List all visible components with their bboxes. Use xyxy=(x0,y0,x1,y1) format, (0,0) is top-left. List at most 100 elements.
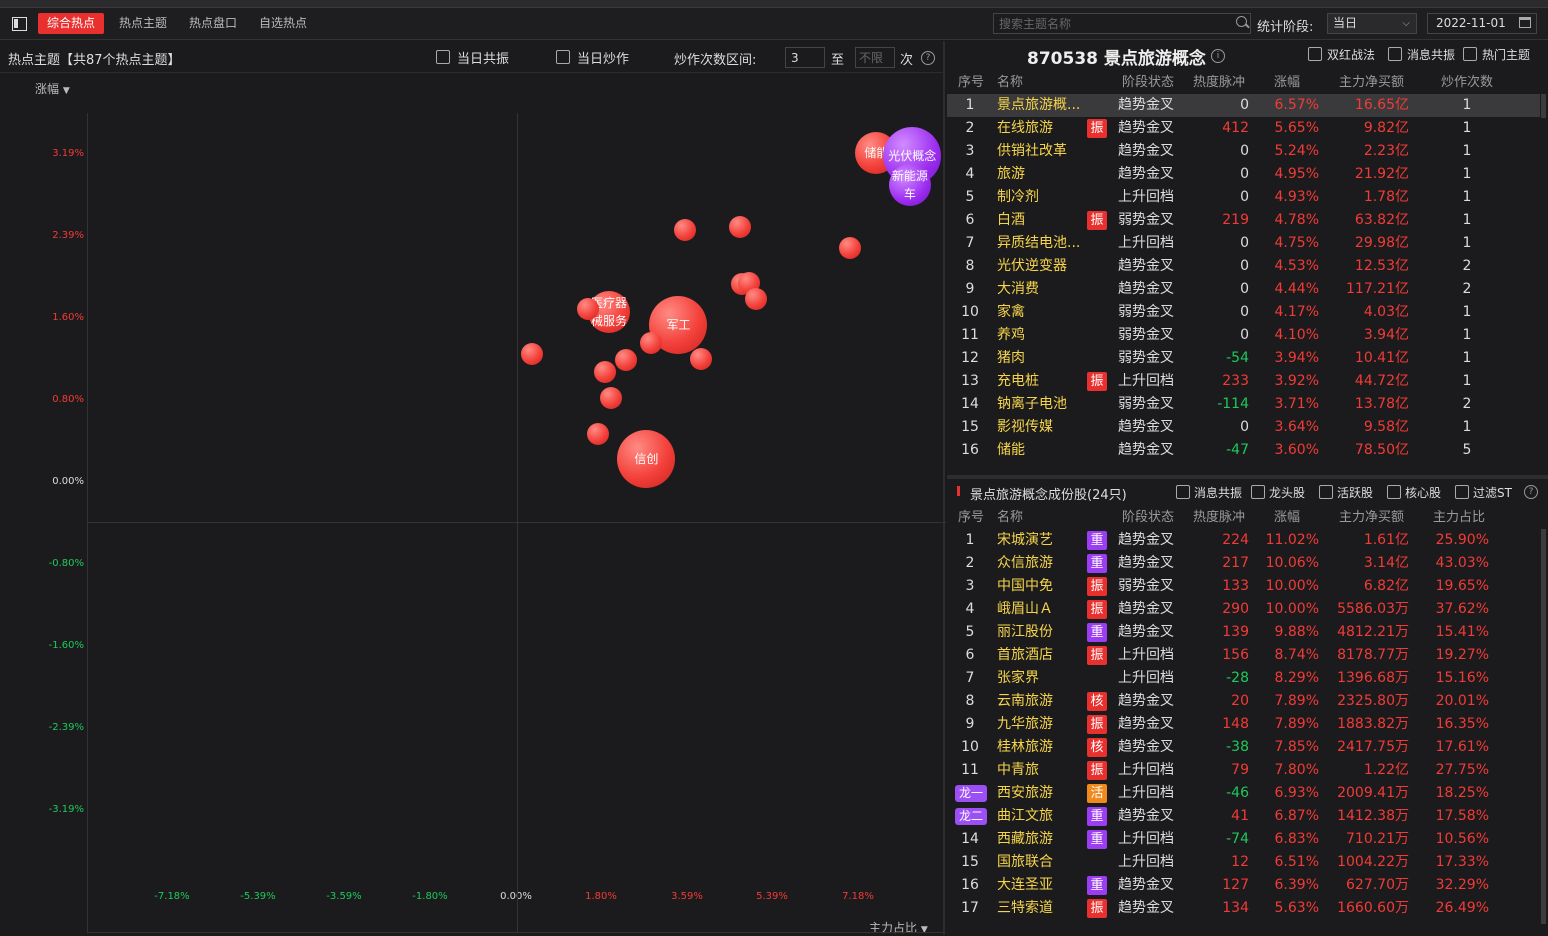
table-row[interactable]: 16 储能 趋势金叉 -47 3.60% 78.50亿 5 xyxy=(947,439,1540,462)
checkbox-resonance[interactable] xyxy=(436,50,450,64)
table-row[interactable]: 13 充电桩 上升回档 233 3.92% 44.72亿 1 振 xyxy=(947,370,1540,393)
checkbox-news-resonance[interactable] xyxy=(1388,47,1402,61)
bubble-2[interactable]: 新能源 车 xyxy=(888,163,931,206)
help-icon[interactable]: ? xyxy=(921,51,935,65)
row-ratio: 10.56% xyxy=(1435,831,1489,847)
table-row[interactable]: 12 猪肉 弱势金叉 -54 3.94% 10.41亿 1 xyxy=(947,347,1540,370)
badge-tag: 振 xyxy=(1087,761,1107,780)
search-input[interactable] xyxy=(993,13,1251,34)
table-row[interactable]: 9 大消费 趋势金叉 0 4.44% 117.21亿 2 xyxy=(947,278,1540,301)
table-row[interactable]: 3 供销社改革 趋势金叉 0 5.24% 2.23亿 1 xyxy=(947,140,1540,163)
column-header[interactable]: 涨幅 xyxy=(1274,72,1300,94)
bubble[interactable] xyxy=(640,331,663,354)
checkbox-core[interactable] xyxy=(1387,485,1401,499)
column-header[interactable]: 热度脉冲 xyxy=(1193,72,1245,94)
table-row[interactable]: 11 养鸡 弱势金叉 0 4.10% 3.94亿 1 xyxy=(947,324,1540,347)
tab-hot-themes[interactable]: 热点主题 xyxy=(110,13,176,34)
checkbox-filter-st[interactable] xyxy=(1455,485,1469,499)
panel-divider[interactable] xyxy=(947,475,1548,479)
stocks-scrollbar[interactable] xyxy=(1541,529,1546,924)
bubble[interactable] xyxy=(600,386,623,409)
table-row[interactable]: 15 国旅联合 上升回档 12 6.51% 1004.22万 17.33% xyxy=(947,851,1540,874)
checkbox-news[interactable] xyxy=(1176,485,1190,499)
row-index: 14 xyxy=(961,396,979,412)
table-row[interactable]: 5 丽江股份 趋势金叉 139 9.88% 4812.21万 15.41% 重 xyxy=(947,621,1540,644)
table-row[interactable]: 11 中青旅 上升回档 79 7.80% 1.22亿 27.75% 振 xyxy=(947,759,1540,782)
search-icon[interactable] xyxy=(1236,16,1247,27)
row-change: 4.93% xyxy=(1274,189,1319,205)
tab-hot-market[interactable]: 热点盘口 xyxy=(180,13,246,34)
table-row[interactable]: 7 异质结电池... 上升回档 0 4.75% 29.98亿 1 xyxy=(947,232,1540,255)
column-header[interactable]: 名称 xyxy=(997,507,1023,529)
bubble[interactable] xyxy=(521,342,544,365)
tab-custom-hot[interactable]: 自选热点 xyxy=(250,13,316,34)
table-row[interactable]: 2 在线旅游 趋势金叉 412 5.65% 9.82亿 1 振 xyxy=(947,117,1540,140)
column-header[interactable]: 主力净买额 xyxy=(1339,507,1404,529)
table-row[interactable]: 龙二 曲江文旅 趋势金叉 41 6.87% 1412.38万 17.58% 重 xyxy=(947,805,1540,828)
table-row[interactable]: 2 众信旅游 趋势金叉 217 10.06% 3.14亿 43.03% 重 xyxy=(947,552,1540,575)
bubble[interactable] xyxy=(594,361,617,384)
row-name: 猪肉 xyxy=(997,350,1025,366)
table-row[interactable]: 1 宋城演艺 趋势金叉 224 11.02% 1.61亿 25.90% 重 xyxy=(947,529,1540,552)
help-icon[interactable]: ? xyxy=(1524,485,1538,499)
table-row[interactable]: 9 九华旅游 趋势金叉 148 7.89% 1883.82万 16.35% 振 xyxy=(947,713,1540,736)
bubble[interactable] xyxy=(614,349,637,372)
column-header[interactable]: 主力净买额 xyxy=(1339,72,1404,94)
bubble[interactable] xyxy=(673,218,696,241)
table-row[interactable]: 4 峨眉山Ａ 趋势金叉 290 10.00% 5586.03万 37.62% 振 xyxy=(947,598,1540,621)
bubble-19[interactable]: 信创 xyxy=(617,430,676,489)
checkbox-double-red[interactable] xyxy=(1308,47,1322,61)
column-header[interactable]: 涨幅 xyxy=(1274,507,1300,529)
column-header[interactable]: 序号 xyxy=(958,507,984,529)
table-row[interactable]: 14 钠离子电池 弱势金叉 -114 3.71% 13.78亿 2 xyxy=(947,393,1540,416)
checkbox-active[interactable] xyxy=(1319,485,1333,499)
stat-select[interactable]: 当日 ⌵ xyxy=(1327,13,1417,34)
table-row[interactable]: 14 西藏旅游 上升回档 -74 6.83% 710.21万 10.56% 重 xyxy=(947,828,1540,851)
table-row[interactable]: 龙一 西安旅游 上升回档 -46 6.93% 2009.41万 18.25% 活 xyxy=(947,782,1540,805)
range-to-input[interactable] xyxy=(855,47,895,68)
checkbox-leader[interactable] xyxy=(1251,485,1265,499)
y-axis-select[interactable]: 涨幅 ▼ xyxy=(35,80,70,97)
table-row[interactable]: 8 光伏逆变器 趋势金叉 0 4.53% 12.53亿 2 xyxy=(947,255,1540,278)
bubble[interactable] xyxy=(729,215,752,238)
checkbox-hot-theme[interactable] xyxy=(1463,47,1477,61)
column-header[interactable]: 序号 xyxy=(958,72,984,94)
topics-scrollbar[interactable] xyxy=(1541,94,1546,118)
table-row[interactable]: 17 三特索道 趋势金叉 134 5.63% 1660.60万 26.49% 振 xyxy=(947,897,1540,920)
table-row[interactable]: 10 桂林旅游 趋势金叉 -38 7.85% 2417.75万 17.61% 核 xyxy=(947,736,1540,759)
table-row[interactable]: 1 景点旅游概... 趋势金叉 0 6.57% 16.65亿 1 xyxy=(947,94,1540,117)
column-header[interactable]: 阶段状态 xyxy=(1122,507,1174,529)
table-row[interactable]: 5 制冷剂 上升回档 0 4.93% 1.78亿 1 xyxy=(947,186,1540,209)
checkbox-hype[interactable] xyxy=(556,50,570,64)
column-header[interactable]: 主力占比 xyxy=(1433,507,1485,529)
column-header[interactable]: 阶段状态 xyxy=(1122,72,1174,94)
table-row[interactable]: 6 白酒 弱势金叉 219 4.78% 63.82亿 1 振 xyxy=(947,209,1540,232)
panel-toggle-icon[interactable] xyxy=(12,17,27,31)
row-count: 1 xyxy=(1462,189,1472,205)
bubble[interactable] xyxy=(744,287,767,310)
table-row[interactable]: 4 旅游 趋势金叉 0 4.95% 21.92亿 1 xyxy=(947,163,1540,186)
table-row[interactable]: 6 首旅酒店 上升回档 156 8.74% 8178.77万 19.27% 振 xyxy=(947,644,1540,667)
range-from-input[interactable] xyxy=(785,47,825,68)
table-row[interactable]: 3 中国中免 弱势金叉 133 10.00% 6.82亿 19.65% 振 xyxy=(947,575,1540,598)
bubble[interactable] xyxy=(690,348,713,371)
calendar-icon[interactable] xyxy=(1519,17,1531,28)
date-picker[interactable]: 2022-11-01 xyxy=(1427,13,1537,34)
row-netflow: 4812.21万 xyxy=(1337,624,1409,640)
row-ratio: 16.35% xyxy=(1435,716,1489,732)
table-row[interactable]: 15 影视传媒 趋势金叉 0 3.64% 9.58亿 1 xyxy=(947,416,1540,439)
badge-tag: 重 xyxy=(1087,876,1107,895)
column-header[interactable]: 炒作次数 xyxy=(1441,72,1493,94)
table-row[interactable]: 16 大连圣亚 趋势金叉 127 6.39% 627.70万 32.29% 重 xyxy=(947,874,1540,897)
info-icon[interactable]: i xyxy=(1211,49,1225,63)
table-row[interactable]: 7 张家界 上升回档 -28 8.29% 1396.68万 15.16% xyxy=(947,667,1540,690)
bubble[interactable] xyxy=(838,237,861,260)
table-row[interactable]: 10 家禽 弱势金叉 0 4.17% 4.03亿 1 xyxy=(947,301,1540,324)
bubble[interactable] xyxy=(587,422,610,445)
column-header[interactable]: 热度脉冲 xyxy=(1193,507,1245,529)
table-row[interactable]: 8 云南旅游 趋势金叉 20 7.89% 2325.80万 20.01% 核 xyxy=(947,690,1540,713)
tab-comprehensive[interactable]: 综合热点 xyxy=(38,13,105,34)
bubble[interactable] xyxy=(576,297,599,320)
row-change: 3.92% xyxy=(1274,373,1319,389)
column-header[interactable]: 名称 xyxy=(997,72,1023,94)
